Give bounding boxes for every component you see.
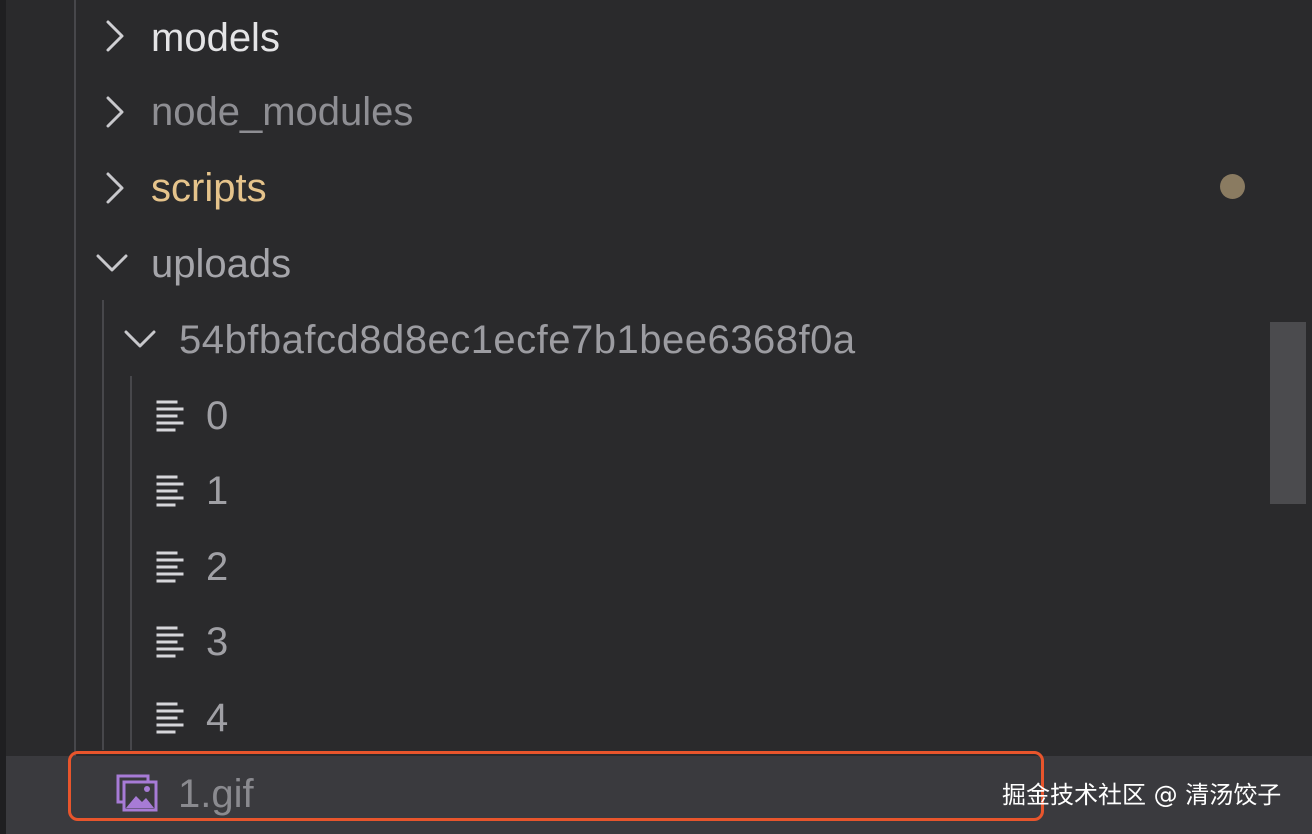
tree-item-file-1[interactable]: 1 <box>6 453 1312 529</box>
watermark: 掘金技术社区 @ 清汤饺子 <box>1002 781 1282 809</box>
tree-item-label: scripts <box>151 166 267 210</box>
tree-item-label: 4 <box>206 696 229 740</box>
chevron-right-icon[interactable] <box>100 0 140 76</box>
text-file-icon <box>154 604 190 680</box>
tree-item-file-3[interactable]: 3 <box>6 604 1312 680</box>
tree-item-node-modules[interactable]: node_modules <box>6 74 1312 150</box>
tree-item-label: 54bfbafcd8d8ec1ecfe7b1bee6368f0a <box>179 318 856 362</box>
tree-item-label: 2 <box>206 545 229 589</box>
tree-item-file-0[interactable]: 0 <box>6 378 1312 454</box>
text-file-icon <box>154 453 190 529</box>
text-file-icon <box>154 378 190 454</box>
explorer-scrollbar-thumb[interactable] <box>1270 322 1306 504</box>
tree-item-scripts[interactable]: scripts <box>6 150 1312 226</box>
chevron-right-icon[interactable] <box>100 150 140 226</box>
tree-item-models[interactable]: models <box>6 0 1312 76</box>
modified-status-dot <box>1220 174 1245 199</box>
chevron-down-icon[interactable] <box>92 226 132 302</box>
chevron-right-icon[interactable] <box>100 74 140 150</box>
tree-item-file-2[interactable]: 2 <box>6 529 1312 605</box>
tree-item-label: 0 <box>206 394 229 438</box>
text-file-icon <box>154 529 190 605</box>
tree-item-hash-folder[interactable]: 54bfbafcd8d8ec1ecfe7b1bee6368f0a <box>6 302 1312 378</box>
tree-item-file-4[interactable]: 4 <box>6 680 1312 756</box>
tree-item-label: 3 <box>206 620 229 664</box>
tree-item-label: uploads <box>151 242 292 286</box>
annotation-highlight-box <box>68 751 1044 821</box>
text-file-icon <box>154 680 190 756</box>
tree-item-uploads[interactable]: uploads <box>6 226 1312 302</box>
chevron-down-icon[interactable] <box>120 302 160 378</box>
tree-item-label: models <box>151 16 280 60</box>
file-explorer: models node_modules scripts uploads 54bf… <box>0 0 1312 834</box>
tree-item-label: 1 <box>206 469 229 513</box>
tree-item-label: node_modules <box>151 90 414 134</box>
